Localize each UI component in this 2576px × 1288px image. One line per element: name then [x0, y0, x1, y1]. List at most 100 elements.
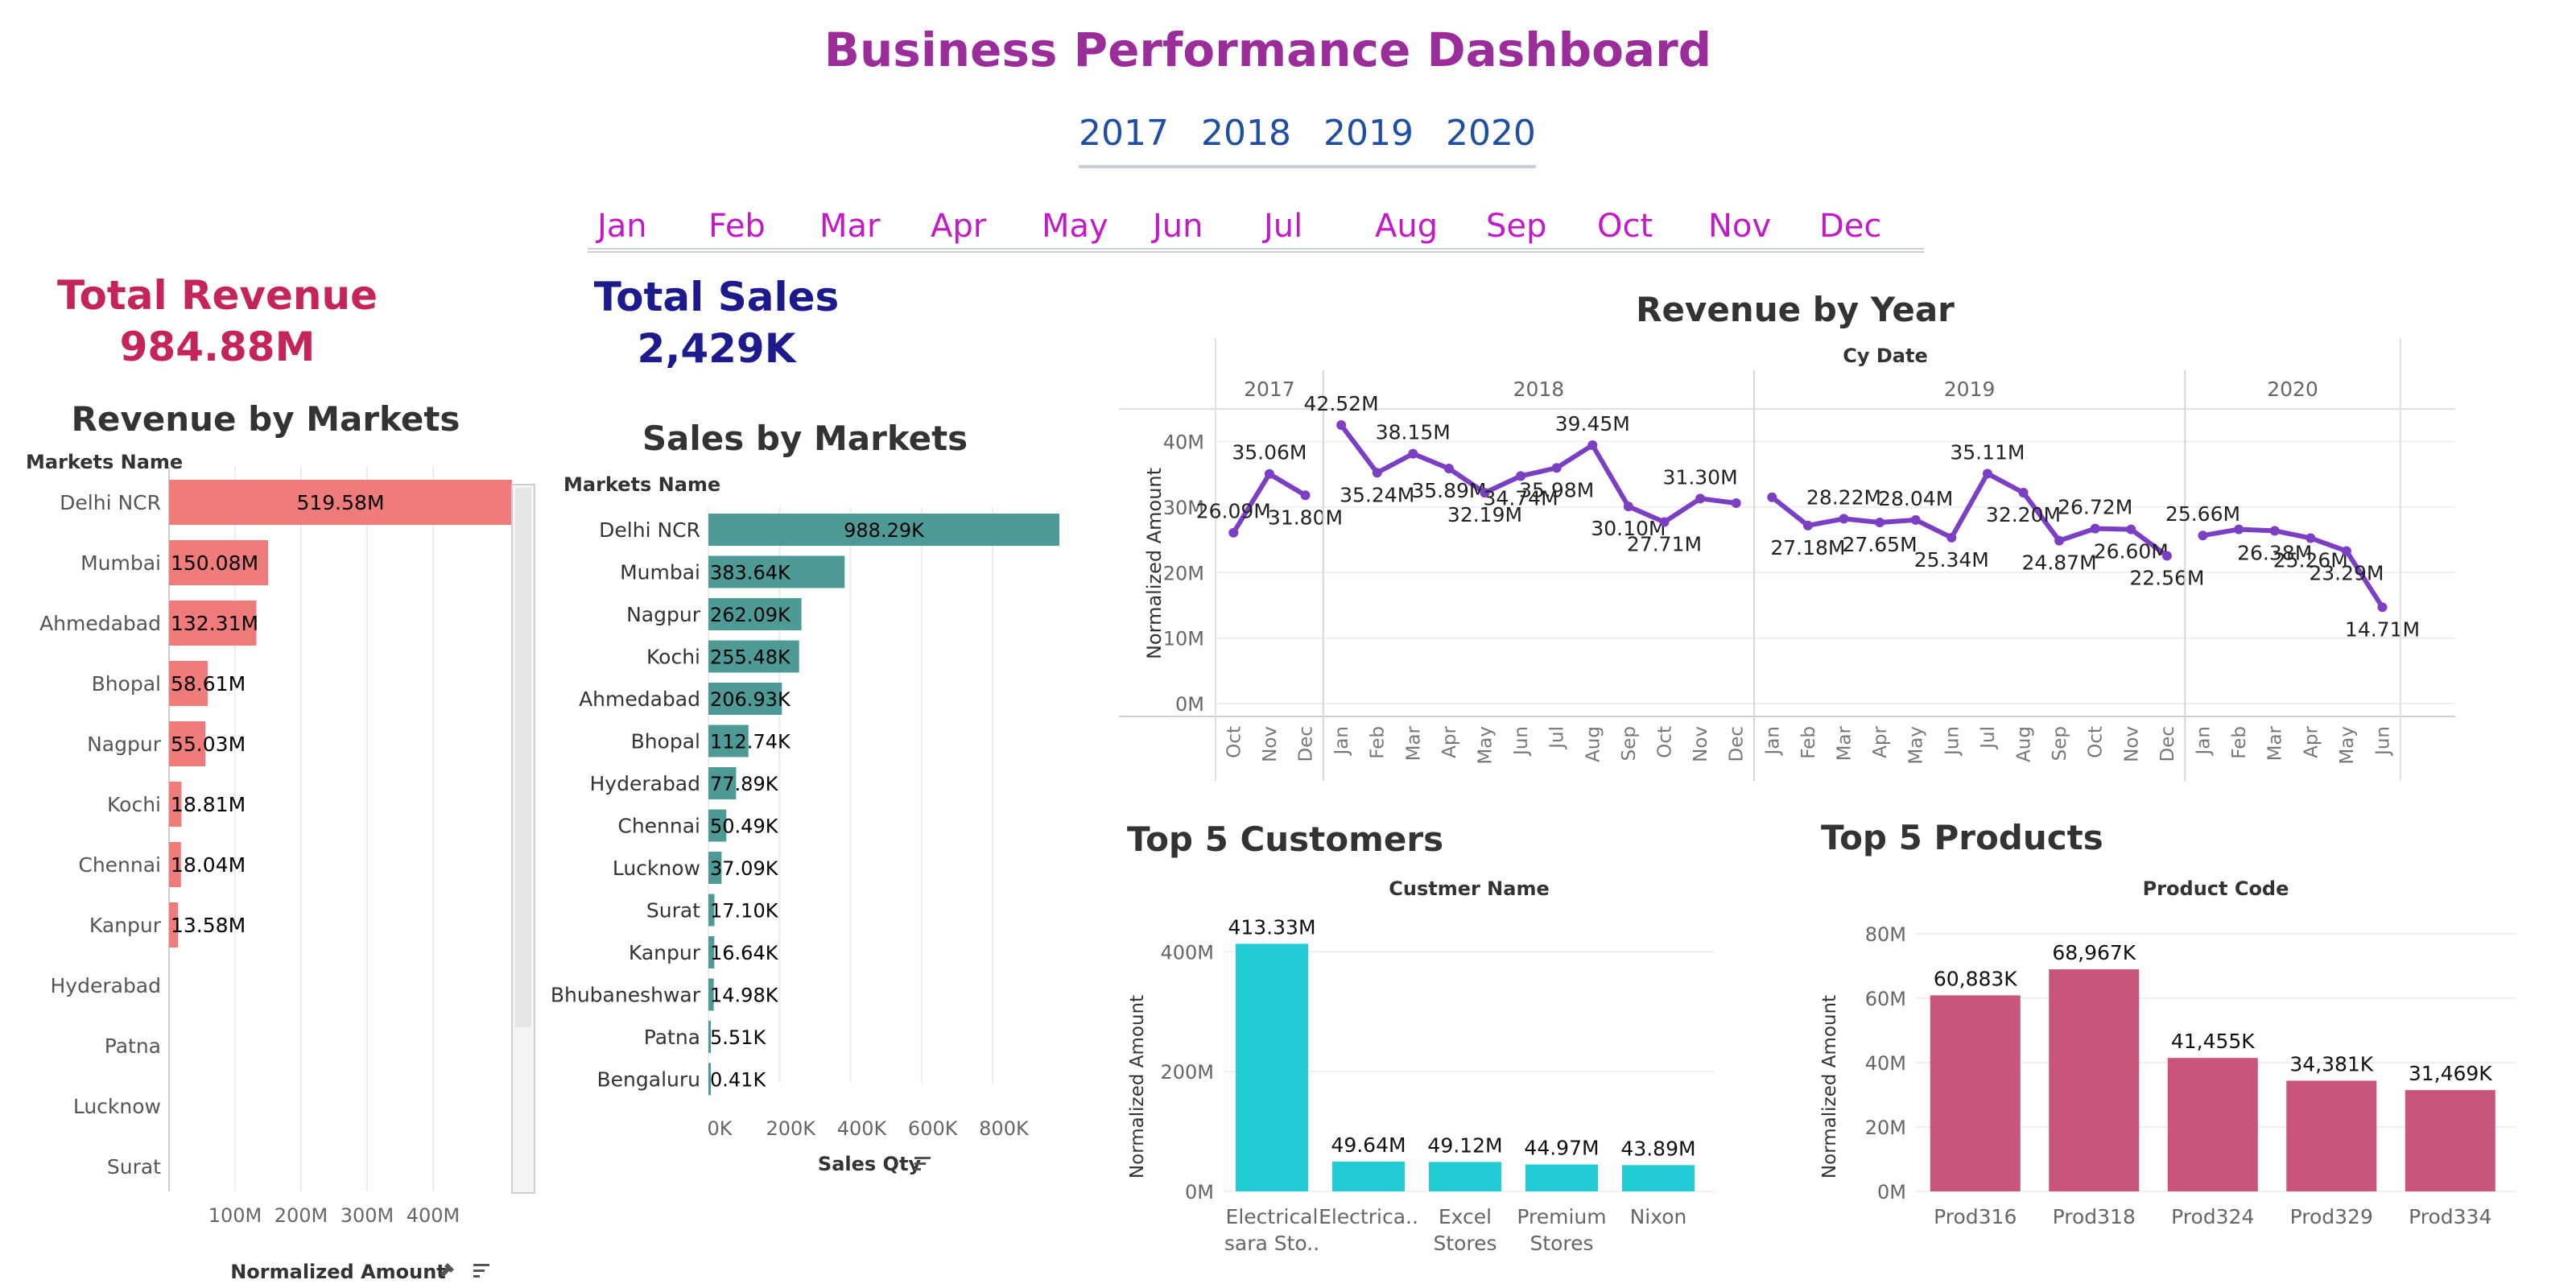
revenue-year-point [1982, 469, 1992, 479]
total-revenue-value: 984.88M [119, 324, 316, 370]
revenue-year-data-label: 14.71M [2345, 617, 2420, 641]
revenue-markets-category: Nagpur [87, 733, 162, 756]
year-filter-2020[interactable]: 2020 [1446, 113, 1536, 154]
top5-customers-chart-bar [1622, 1165, 1695, 1191]
sales-markets-data-label: 77.89K [710, 773, 779, 795]
revenue-year-data-label: 28.22M [1806, 485, 1881, 509]
top5-products-chart: Product Code 0M 20M 40M 60M 80M Normalized Amo… [1819, 877, 2516, 1228]
sales-by-markets-chart: Markets Name 0K 200K 400K 600K 800K Delhi NCR 9… [551, 473, 1060, 1175]
year-filter-2017[interactable]: 2017 [1079, 113, 1169, 154]
top5-customers-chart-y-tick: 0M [1185, 1181, 1214, 1203]
revenue-year-month-tick: Aug [1583, 726, 1604, 762]
sales-markets-category: Lucknow [613, 857, 700, 880]
top5-products-chart-data-label: 68,967K [2052, 941, 2136, 964]
top5-customers-chart: Custmer Name 0M 200M 400M Normalized Amount 4… [1127, 877, 1715, 1255]
year-filter-2019[interactable]: 2019 [1323, 113, 1414, 154]
month-filter-jan[interactable]: Jan [597, 208, 647, 245]
top5-products-chart-bar [2286, 1080, 2377, 1191]
revenue-year-month-tick: Sep [2050, 726, 2070, 761]
revenue-year-data-label: 26.60M [2094, 540, 2169, 564]
revenue-markets-data-label: 58.61M [171, 672, 246, 696]
top5-products-chart-bar [1930, 995, 2021, 1191]
revenue-year-month-tick: Jun [2373, 726, 2394, 757]
month-filter-mar[interactable]: Mar [819, 208, 880, 245]
revenue-markets-x-tick: 100M [208, 1204, 262, 1227]
revenue-year-y-tick: 10M [1163, 628, 1204, 650]
revenue-year-data-label: 24.87M [2022, 551, 2097, 575]
revenue-year-month-tick: Dec [2157, 726, 2178, 762]
revenue-year-month-tick: Oct [2086, 726, 2107, 758]
month-filter-feb[interactable]: Feb [708, 208, 766, 245]
top5-products-chart-data-label: 34,381K [2289, 1052, 2373, 1075]
revenue-year-data-label: 38.15M [1376, 421, 1451, 444]
month-filter-dec[interactable]: Dec [1819, 208, 1881, 245]
month-filter-apr[interactable]: Apr [931, 208, 986, 245]
revenue-year-month-tick: Feb [1798, 726, 1819, 759]
top5-products-chart-y-tick: 20M [1865, 1117, 1906, 1139]
revenue-year-point [2054, 535, 2065, 546]
revenue-year-point [1228, 527, 1239, 538]
revenue-year-data-label: 35.89M [1411, 479, 1486, 502]
month-filter-jul[interactable]: Jul [1264, 208, 1302, 245]
month-filter-nov[interactable]: Nov [1708, 208, 1771, 245]
revenue-markets-x-label: Normalized Amount [230, 1261, 446, 1283]
top5-customers-chart-category: Stores [1530, 1232, 1593, 1255]
sort-icon[interactable] [473, 1264, 489, 1278]
revenue-year-y-tick: 40M [1163, 431, 1204, 454]
revenue-year-data-label: 39.45M [1555, 412, 1630, 436]
revenue-year-month-tick: Jun [1511, 726, 1532, 757]
revenue-year-month-tick: Mar [2265, 725, 2286, 761]
total-sales-value: 2,429K [637, 325, 796, 372]
sales-markets-category: Chennai [617, 815, 700, 838]
dashboard-title: Business Performance Dashboard [824, 23, 1712, 77]
revenue-year-month-tick: Jul [1978, 726, 1999, 750]
sort-icon[interactable] [914, 1157, 931, 1170]
top5-products-chart-y-tick: 0M [1877, 1181, 1906, 1203]
revenue-year-y-tick: 0M [1175, 693, 1204, 716]
revenue-markets-scrollbar-thumb[interactable] [515, 488, 531, 1027]
sort-icon-line [473, 1264, 489, 1266]
month-filter-sep[interactable]: Sep [1486, 208, 1546, 245]
sales-markets-row-header: Markets Name [564, 473, 720, 496]
sort-icon-line [473, 1269, 485, 1272]
sales-markets-data-label: 383.64K [710, 562, 791, 584]
revenue-year-month-tick: May [1906, 726, 1927, 765]
revenue-year-point [2269, 526, 2280, 536]
revenue-year-point [1731, 498, 1741, 509]
month-filter-jun[interactable]: Jun [1153, 208, 1203, 245]
month-filter-may[interactable]: May [1042, 208, 1108, 245]
revenue-year-point [1264, 469, 1274, 479]
revenue-year-year-label: 2018 [1513, 378, 1565, 401]
sales-markets-category: Delhi NCR [599, 518, 700, 542]
top5-products-chart-category: Prod316 [1934, 1205, 2017, 1228]
sales-markets-data-label: 50.49K [710, 815, 779, 838]
revenue-year-data-label: 22.56M [2129, 566, 2204, 589]
month-filter-aug[interactable]: Aug [1375, 208, 1438, 245]
revenue-year-month-tick: Jun [1942, 726, 1963, 757]
top5-customers-chart-data-label: 49.64M [1331, 1133, 1406, 1157]
sales-markets-data-label: 5.51K [710, 1026, 766, 1049]
revenue-year-point [1408, 448, 1418, 459]
month-filter-oct[interactable]: Oct [1597, 208, 1653, 245]
year-filter-2018[interactable]: 2018 [1201, 113, 1291, 154]
top5-products-chart-category: Prod318 [2053, 1205, 2136, 1228]
top5-customers-chart-y-label: Normalized Amount [1127, 995, 1148, 1179]
sales-markets-data-label: 262.09K [710, 604, 791, 626]
revenue-year-data-label: 27.18M [1770, 536, 1845, 559]
revenue-year-point [1695, 493, 1706, 504]
revenue-year-year-label: 2020 [2267, 378, 2318, 401]
revenue-year-month-tick: Feb [2229, 726, 2250, 759]
revenue-year-month-tick: May [1476, 726, 1496, 765]
revenue-year-month-tick: Jul [1547, 726, 1568, 750]
sales-markets-category: Kochi [646, 646, 700, 669]
revenue-markets-x-tick: 200M [275, 1204, 328, 1227]
revenue-year-point [1910, 514, 1921, 525]
sales-markets-data-label: 255.48K [710, 646, 791, 669]
sort-icon-line [914, 1162, 926, 1165]
revenue-year-month-tick: Oct [1224, 726, 1245, 758]
revenue-year-data-label: 32.20M [1986, 503, 2061, 526]
revenue-markets-category: Hyderabad [51, 974, 162, 997]
revenue-markets-x-tick: 400M [407, 1204, 460, 1227]
top5-products-chart-category: Prod324 [2171, 1205, 2254, 1228]
revenue-year-month-tick: Jan [1331, 726, 1352, 756]
